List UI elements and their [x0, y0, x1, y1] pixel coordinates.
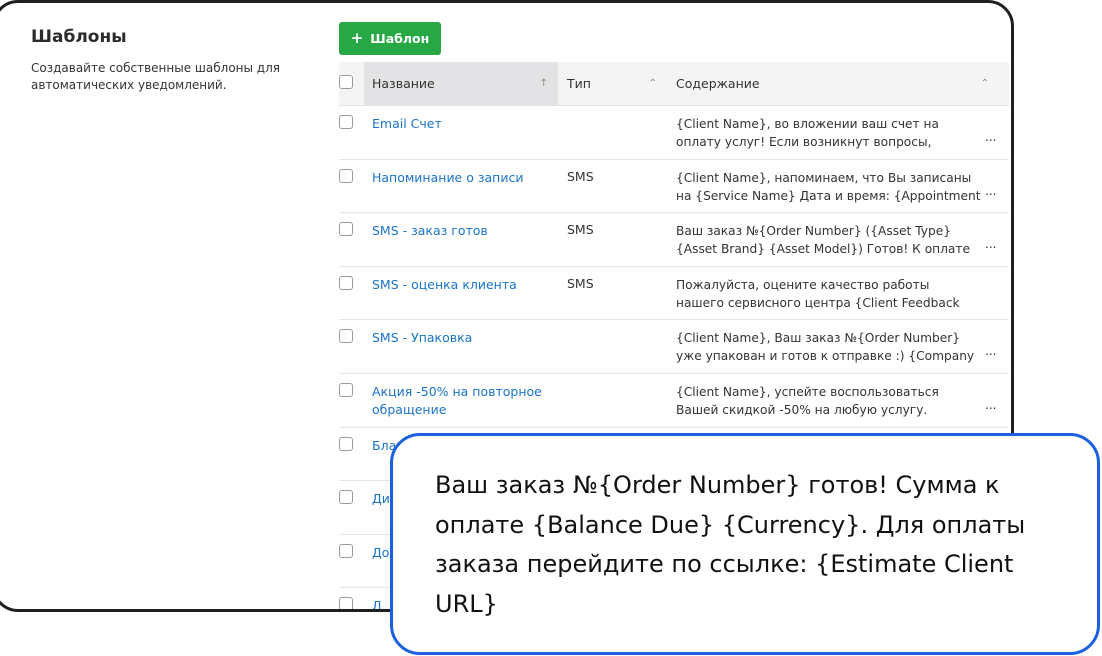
- table-row[interactable]: SMS - Упаковка {Client Name}, Ваш заказ …: [339, 320, 1009, 374]
- row-checkbox[interactable]: [339, 382, 353, 397]
- row-checkbox[interactable]: [339, 597, 353, 609]
- sort-icon: ⌃: [980, 78, 989, 89]
- template-name-link[interactable]: Email Счет: [372, 115, 552, 133]
- template-name-link[interactable]: SMS - оценка клиента: [372, 276, 552, 294]
- template-preview-callout: Ваш заказ №{Order Number} готов! Сумма к…: [390, 433, 1100, 655]
- page-title: Шаблоны: [31, 27, 127, 47]
- template-name-link[interactable]: Акция -50% на повторное обращение: [372, 383, 552, 419]
- more-ellipsis: ...: [985, 183, 997, 198]
- template-content: Пожалуйста, оцените качество работы наше…: [676, 277, 960, 310]
- table-header: Название ↑ Тип ⌃ Содержание ⌃: [339, 62, 1009, 106]
- template-content: {Client Name}, напоминаем, что Вы записа…: [676, 170, 981, 203]
- row-checkbox[interactable]: [339, 490, 353, 505]
- more-ellipsis: ...: [985, 397, 997, 412]
- template-name-link[interactable]: SMS - заказ готов: [372, 222, 552, 240]
- template-content: Ваш заказ №{Order Number} ({Asset Type} …: [676, 224, 970, 257]
- column-header-type[interactable]: Тип ⌃: [559, 62, 667, 105]
- template-type: SMS: [567, 275, 594, 291]
- template-name-link[interactable]: Напоминание о записи: [372, 169, 552, 187]
- table-row[interactable]: Акция -50% на повторное обращение {Clien…: [339, 374, 1009, 428]
- template-type: SMS: [567, 222, 594, 238]
- column-content-label: Содержание: [676, 76, 760, 91]
- sort-icon: ⌃: [648, 78, 657, 89]
- table-row[interactable]: SMS - оценка клиента SMS Пожалуйста, оце…: [339, 267, 1009, 321]
- table-row[interactable]: Напоминание о записи SMS {Client Name}, …: [339, 160, 1009, 214]
- template-content: {Client Name}, во вложении ваш счет на о…: [676, 117, 939, 149]
- add-template-button[interactable]: + Шаблон: [339, 22, 441, 55]
- row-checkbox[interactable]: [339, 115, 353, 129]
- plus-icon: +: [350, 29, 364, 47]
- more-ellipsis: ...: [985, 130, 997, 144]
- template-preview-text: Ваш заказ №{Order Number} готов! Сумма к…: [435, 471, 1026, 618]
- column-type-label: Тип: [567, 76, 591, 91]
- template-name-link[interactable]: SMS - Упаковка: [372, 329, 552, 347]
- row-checkbox[interactable]: [339, 543, 353, 558]
- more-ellipsis: ...: [985, 237, 997, 252]
- column-header-content[interactable]: Содержание ⌃: [668, 62, 999, 105]
- row-checkbox[interactable]: [339, 275, 353, 290]
- row-checkbox[interactable]: [339, 168, 353, 183]
- column-header-name[interactable]: Название ↑: [364, 62, 558, 105]
- table-row[interactable]: Email Счет {Client Name}, во вложении ва…: [339, 106, 1009, 160]
- table-row[interactable]: SMS - заказ готов SMS Ваш заказ №{Order …: [339, 213, 1009, 267]
- page-description: Создавайте собственные шаблоны для автом…: [31, 61, 280, 92]
- column-name-label: Название: [372, 76, 435, 91]
- row-checkbox[interactable]: [339, 222, 353, 237]
- select-all-checkbox[interactable]: [339, 75, 353, 89]
- row-checkbox[interactable]: [339, 329, 353, 344]
- template-content: {Client Name}, Ваш заказ №{Order Number}…: [676, 331, 975, 364]
- template-content: {Client Name}, успейте воспользоваться В…: [676, 384, 939, 417]
- arrow-up-icon: ↑: [539, 78, 548, 89]
- template-type: SMS: [567, 168, 594, 184]
- row-checkbox[interactable]: [339, 436, 353, 451]
- add-template-label: Шаблон: [370, 31, 430, 46]
- more-ellipsis: ...: [985, 344, 997, 359]
